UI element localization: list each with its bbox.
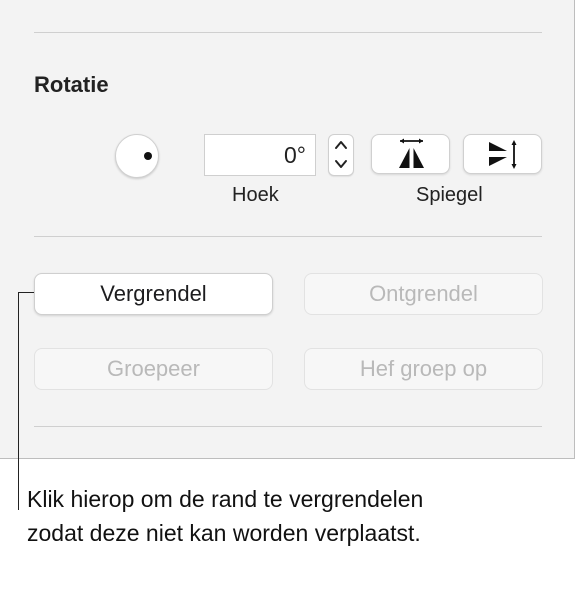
divider: [34, 32, 542, 33]
flip-horizontal-icon: [399, 138, 424, 168]
angle-caption: Hoek: [232, 184, 279, 206]
chevron-down-icon[interactable]: [329, 155, 353, 175]
angle-stepper[interactable]: [328, 134, 354, 176]
callout-leader-tick: [18, 292, 34, 293]
chevron-up-icon[interactable]: [329, 135, 353, 155]
lock-button[interactable]: Vergrendel: [34, 273, 273, 315]
rotation-section-title: Rotatie: [34, 72, 109, 97]
ungroup-button[interactable]: Hef groep op: [304, 348, 543, 390]
arrange-panel: Rotatie 0° Hoek Spiegel Vergrendel Ontgr…: [0, 0, 575, 459]
flip-vertical-icon: [489, 140, 517, 169]
flip-caption: Spiegel: [416, 184, 483, 206]
rotation-dial-indicator: [144, 152, 152, 160]
flip-horizontal-button[interactable]: [371, 134, 450, 174]
angle-input[interactable]: 0°: [204, 134, 316, 176]
divider: [34, 236, 542, 237]
flip-vertical-button[interactable]: [463, 134, 542, 174]
group-button[interactable]: Groepeer: [34, 348, 273, 390]
callout-text: Klik hierop om de rand te vergrendelen z…: [27, 486, 424, 546]
callout-leader-line: [18, 292, 19, 510]
rotation-dial-icon[interactable]: [115, 134, 159, 178]
unlock-button[interactable]: Ontgrendel: [304, 273, 543, 315]
divider: [34, 426, 542, 427]
